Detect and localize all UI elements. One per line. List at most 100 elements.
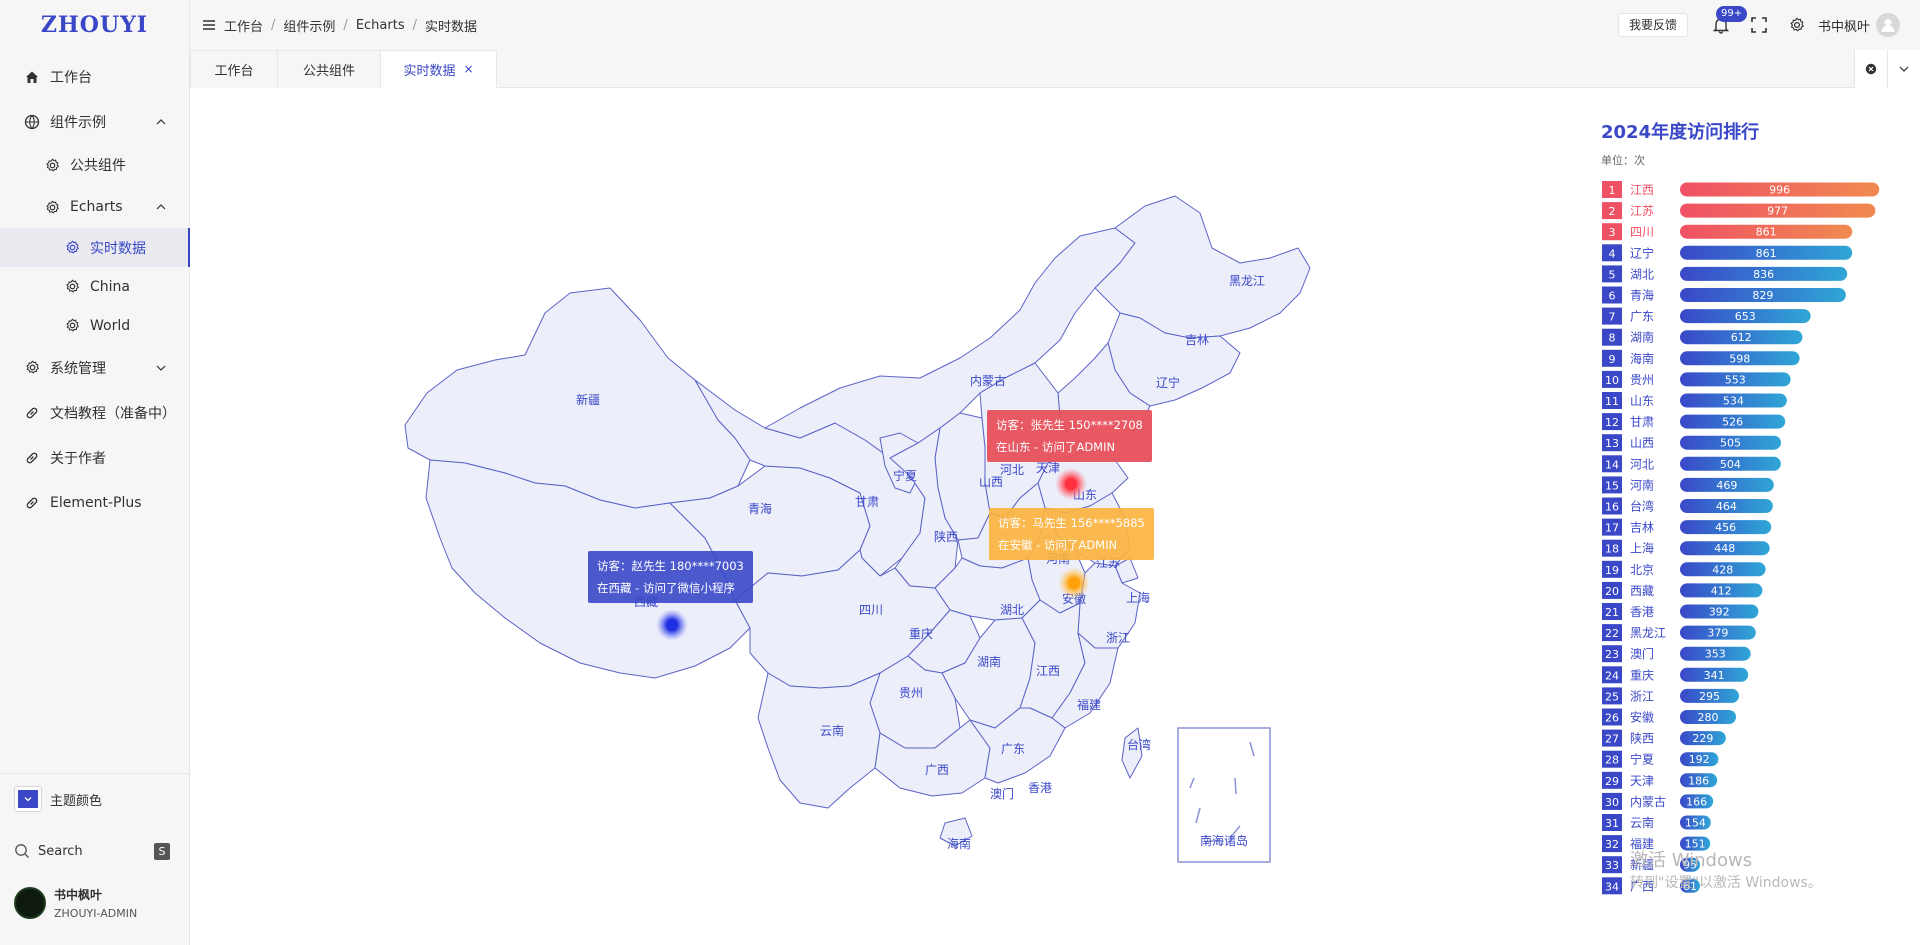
rank-category-label: 重庆 [1630,668,1654,682]
visitor-tooltip-ma: 访客：马先生 156****5885 在安徽 - 访问了ADMIN [989,508,1154,560]
rank-number: 26 [1605,712,1619,725]
rank-value-label: 829 [1752,289,1773,302]
province-taiwan [1121,727,1143,779]
app-logo[interactable]: ZHOUYI [0,0,189,50]
label-qinghai: 青海 [748,501,772,516]
rank-value-label: 464 [1716,500,1737,513]
menu-toggle-icon[interactable] [202,18,216,32]
rank-category-label: 四川 [1630,225,1654,239]
label-guizhou: 贵州 [899,686,923,700]
bell-icon[interactable]: 99+ [1712,6,1748,34]
rank-category-label: 黑龙江 [1630,626,1666,640]
ranking-row: 3 四川 861 [1602,223,1853,241]
rank-number: 11 [1605,395,1619,408]
header-user-name[interactable]: 书中枫叶 [1818,16,1870,35]
sidebar-user[interactable]: 书中枫叶 ZHOUYI-ADMIN [14,886,137,920]
rank-number: 14 [1605,458,1619,471]
sidebar-item-system[interactable]: 系统管理 [0,345,189,390]
sidebar-item-docs[interactable]: 文档教程（准备中） [0,390,189,435]
label-jilin: 吉林 [1185,333,1209,347]
sidebar-item-workbench[interactable]: 工作台 [0,54,189,99]
breadcrumb-item[interactable]: 组件示例 [283,16,335,35]
tab-tools [1854,50,1920,88]
ranking-row: 29 天津 186 [1602,771,1718,789]
sidebar-item-world[interactable]: World [0,306,189,345]
close-tabs-button[interactable] [1854,50,1887,88]
rank-category-label: 安徽 [1630,710,1654,725]
avatar[interactable] [14,887,46,919]
rank-category-label: 陕西 [1630,731,1654,746]
label-shanghai: 上海 [1126,590,1150,605]
search-shortcut-key: S [154,842,170,860]
rank-number: 7 [1609,311,1616,324]
sidebar-footer: 主题颜色 Search S 书中枫叶 ZHOUYI-ADMIN [0,773,190,945]
tooltip-line: 在安徽 - 访问了ADMIN [998,538,1118,552]
rank-category-label: 内蒙古 [1630,794,1666,809]
ranking-row: 28 宁夏 192 [1602,750,1719,768]
sidebar-item-components[interactable]: 组件示例 [0,99,189,144]
link-icon [24,450,40,466]
tab-common-components[interactable]: 公共组件 [278,50,381,88]
sidebar-item-realtime-data[interactable]: 实时数据 [0,228,190,267]
fullscreen-icon[interactable] [1750,16,1768,34]
ranking-row: 2 江苏 977 [1602,202,1876,220]
main-content: 新疆 西藏 青海 甘肃 宁夏 内蒙古 黑龙江 吉林 辽宁 山西 陕西 四川 重庆… [190,88,1920,945]
visitor-marker-core [666,619,678,631]
ranking-row: 33 新疆 95 [1602,856,1700,874]
header-actions: 我要反馈 99+ 书中枫叶 [1617,0,1900,50]
theme-color-picker[interactable]: 主题颜色 [14,786,102,812]
close-circle-icon [1865,63,1877,75]
label-tianjin: 天津 [1036,461,1060,475]
label-jiangxi: 江西 [1036,664,1060,678]
breadcrumb-separator: / [343,17,348,33]
label-chongqing: 重庆 [909,627,933,641]
label-aomen: 澳门 [990,786,1014,801]
feedback-button[interactable]: 我要反馈 [1617,13,1688,37]
sidebar-item-label: 实时数据 [90,240,146,257]
ranking-row: 16 台湾 464 [1602,497,1773,515]
theme-swatch[interactable] [14,786,42,812]
label-south-china-sea: 南海诸岛 [1200,833,1248,848]
ranking-row: 20 西藏 412 [1602,581,1763,599]
ranking-title: 2024年度访问排行 [1601,122,1760,143]
tabs-dropdown-button[interactable] [1887,50,1920,88]
sidebar-item-label: Echarts [70,199,123,215]
sidebar-item-echarts[interactable]: Echarts [0,186,189,228]
ranking-row: 17 吉林 456 [1602,518,1772,536]
label-neimenggu: 内蒙古 [970,373,1006,388]
rank-number: 8 [1609,332,1616,345]
breadcrumb-item[interactable]: 工作台 [224,16,263,35]
sidebar-search[interactable]: Search S [14,836,170,866]
tab-realtime-data[interactable]: 实时数据 × [381,50,497,88]
rank-category-label: 云南 [1630,815,1654,830]
user-avatar-icon[interactable] [1876,13,1900,37]
visitor-marker-core [1065,478,1077,490]
label-shaanxi: 陕西 [934,529,958,544]
china-map[interactable]: 新疆 西藏 青海 甘肃 宁夏 内蒙古 黑龙江 吉林 辽宁 山西 陕西 四川 重庆… [190,88,1590,945]
sidebar-item-label: 关于作者 [50,450,106,467]
sidebar-item-china[interactable]: China [0,267,189,306]
rank-number: 28 [1605,754,1619,767]
tab-workbench[interactable]: 工作台 [190,50,278,88]
breadcrumb-item[interactable]: Echarts [356,18,405,33]
rank-number: 34 [1605,880,1619,893]
rank-value-label: 861 [1756,226,1777,239]
rank-value-label: 186 [1688,774,1709,787]
label-taiwan: 台湾 [1127,737,1151,752]
rank-category-label: 福建 [1630,836,1654,851]
gear-icon[interactable] [1788,16,1806,34]
sidebar-item-label: World [90,317,131,334]
ranking-row: 22 黑龙江 379 [1602,624,1756,642]
rank-value-label: 836 [1753,268,1774,281]
rank-value-label: 612 [1731,331,1752,344]
ranking-row: 1 江西 996 [1602,181,1880,198]
sidebar-item-common-components[interactable]: 公共组件 [0,144,189,186]
sidebar-item-about[interactable]: 关于作者 [0,435,189,480]
rank-category-label: 宁夏 [1630,752,1654,767]
sidebar-item-element-plus[interactable]: Element-Plus [0,480,189,525]
ranking-row: 11 山东 534 [1602,392,1787,409]
tab-close-icon[interactable]: × [463,62,473,76]
tooltip-line: 在西藏 - 访问了微信小程序 [597,581,735,595]
rank-number: 13 [1605,437,1619,450]
province-shapes [404,195,1311,863]
